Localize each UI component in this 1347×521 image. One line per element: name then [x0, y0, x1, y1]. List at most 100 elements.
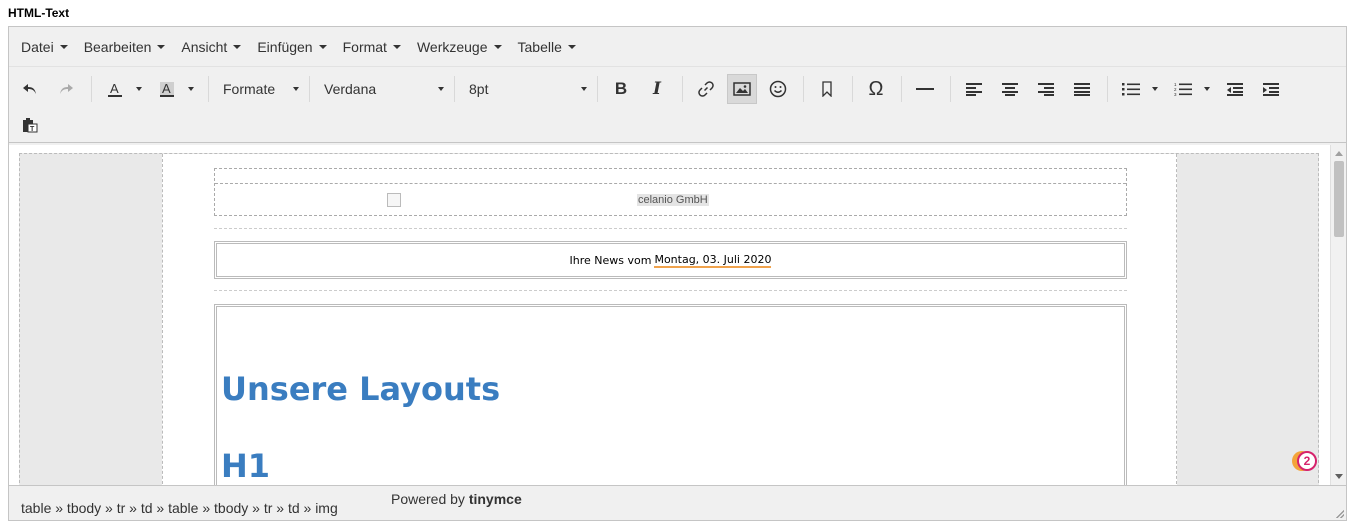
- heading-h1[interactable]: H1: [221, 447, 270, 485]
- divider: [214, 290, 1127, 291]
- menu-label: Bearbeiten: [83, 38, 152, 55]
- paste-text-icon: T: [23, 118, 38, 133]
- editor-content[interactable]: celanio GmbH Ihre News vom Montag, 03. J…: [9, 145, 1330, 485]
- toolbar-divider: [852, 76, 853, 102]
- bg-color-dropdown[interactable]: [184, 74, 198, 104]
- element-path[interactable]: table » tbody » tr » td » table » tbody …: [21, 500, 338, 516]
- align-justify-icon: [1074, 83, 1090, 96]
- vertical-scrollbar[interactable]: [1330, 145, 1346, 485]
- align-center-icon: [1002, 83, 1018, 96]
- toolbar-divider: [950, 76, 951, 102]
- bullet-list-button[interactable]: [1116, 74, 1146, 104]
- bold-button[interactable]: B: [606, 74, 636, 104]
- caret-down-icon: [188, 87, 194, 91]
- toolbar-divider: [1107, 76, 1108, 102]
- align-justify-button[interactable]: [1067, 74, 1097, 104]
- caret-down-icon: [581, 87, 587, 91]
- font-size-label: 8pt: [469, 81, 489, 97]
- news-date[interactable]: Montag, 03. Juli 2020: [654, 253, 772, 268]
- outdent-icon: [1227, 83, 1243, 96]
- scroll-up-icon[interactable]: [1335, 151, 1343, 156]
- caret-down-icon: [318, 44, 327, 49]
- bg-color-button[interactable]: A: [152, 74, 182, 104]
- font-size-select[interactable]: 8pt: [463, 74, 593, 104]
- anchor-button[interactable]: [812, 74, 842, 104]
- logo-alt-text[interactable]: celanio GmbH: [637, 193, 709, 206]
- horizontal-rule-button[interactable]: [910, 74, 940, 104]
- font-family-select[interactable]: Verdana: [318, 74, 450, 104]
- menu-werkzeuge[interactable]: Werkzeuge: [411, 35, 508, 59]
- heading-layouts[interactable]: Unsere Layouts: [221, 370, 500, 408]
- font-family-label: Verdana: [324, 81, 377, 97]
- special-char-button[interactable]: Ω: [861, 74, 891, 104]
- badge-count: 2: [1297, 451, 1317, 471]
- emoticons-button[interactable]: [763, 74, 793, 104]
- caret-down-icon: [233, 44, 242, 49]
- toolbar-divider: [309, 76, 310, 102]
- toolbar-divider: [682, 76, 683, 102]
- align-right-icon: [1038, 83, 1054, 96]
- text-color-dropdown[interactable]: [132, 74, 146, 104]
- bookmark-icon: [822, 81, 832, 97]
- news-prefix: Ihre News vom: [569, 253, 652, 267]
- formats-select[interactable]: Formate: [217, 74, 305, 104]
- outer-table: celanio GmbH Ihre News vom Montag, 03. J…: [19, 153, 1319, 485]
- statusbar: table » tbody » tr » td » table » tbody …: [9, 485, 1346, 520]
- paste-as-text-button[interactable]: T: [15, 110, 45, 140]
- undo-button[interactable]: [15, 74, 45, 104]
- toolbar-divider: [454, 76, 455, 102]
- scroll-thumb[interactable]: [1334, 161, 1344, 237]
- formats-label: Formate: [223, 81, 276, 97]
- align-center-button[interactable]: [995, 74, 1025, 104]
- logo-cell: celanio GmbH: [215, 183, 1126, 215]
- notification-badge[interactable]: 2: [1292, 451, 1317, 473]
- toolbar-divider: [803, 76, 804, 102]
- scroll-down-icon[interactable]: [1335, 474, 1343, 479]
- menubar: Datei Bearbeiten Ansicht Einfügen Format…: [9, 27, 1346, 67]
- powered-by[interactable]: Powered by tinymce: [391, 491, 522, 507]
- menu-label: Tabelle: [517, 38, 562, 55]
- image-button[interactable]: [727, 74, 757, 104]
- toolbar-divider: [901, 76, 902, 102]
- news-row: Ihre News vom Montag, 03. Juli 2020: [214, 241, 1127, 279]
- smiley-icon: [769, 80, 787, 98]
- caret-down-icon: [157, 44, 166, 49]
- caret-down-icon: [136, 87, 142, 91]
- menu-tabelle[interactable]: Tabelle: [512, 35, 582, 59]
- numbered-list-dropdown[interactable]: [1200, 74, 1214, 104]
- caret-down-icon: [567, 44, 576, 49]
- outdent-button[interactable]: [1220, 74, 1250, 104]
- redo-icon: [60, 84, 73, 94]
- menu-label: Ansicht: [181, 38, 228, 55]
- align-right-button[interactable]: [1031, 74, 1061, 104]
- menu-label: Format: [342, 38, 387, 55]
- menu-label: Werkzeuge: [416, 38, 488, 55]
- menu-datei[interactable]: Datei: [15, 35, 74, 59]
- resize-handle-icon[interactable]: [1336, 510, 1344, 518]
- caret-down-icon: [293, 87, 299, 91]
- text-color-button[interactable]: A: [100, 74, 130, 104]
- menu-einfuegen[interactable]: Einfügen: [251, 35, 332, 59]
- toolbar-divider: [91, 76, 92, 102]
- field-label: HTML-Text: [8, 6, 70, 20]
- bullet-list-dropdown[interactable]: [1148, 74, 1162, 104]
- link-button[interactable]: [691, 74, 721, 104]
- numbered-list-button[interactable]: 123: [1168, 74, 1198, 104]
- svg-text:A: A: [110, 81, 119, 96]
- broken-image-icon[interactable]: [387, 192, 401, 207]
- indent-button[interactable]: [1256, 74, 1286, 104]
- menu-format[interactable]: Format: [337, 35, 407, 59]
- menu-ansicht[interactable]: Ansicht: [175, 35, 247, 59]
- tinymce-editor: Datei Bearbeiten Ansicht Einfügen Format…: [8, 26, 1347, 521]
- menu-bearbeiten[interactable]: Bearbeiten: [78, 35, 172, 59]
- redo-button[interactable]: [51, 74, 81, 104]
- caret-down-icon: [1152, 87, 1158, 91]
- svg-text:3: 3: [1174, 92, 1177, 96]
- menu-label: Datei: [21, 38, 54, 55]
- indent-icon: [1263, 83, 1279, 96]
- divider: [214, 228, 1127, 229]
- align-left-button[interactable]: [959, 74, 989, 104]
- italic-button[interactable]: I: [642, 74, 672, 104]
- content-row: Unsere Layouts H1: [214, 304, 1127, 485]
- text-color-icon: A: [108, 81, 122, 97]
